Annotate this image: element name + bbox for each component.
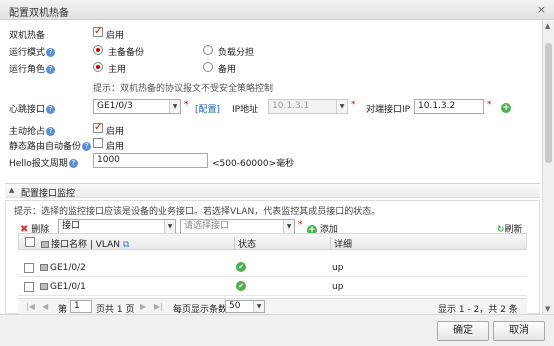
- monitor-hint: 提示：选择的监控接口应该是设备的业务接口。若选择VLAN，代表监控其成员接口的状…: [14, 207, 381, 217]
- page-suffix: 页共 1 页: [96, 305, 135, 314]
- ha-label: 双机热备: [9, 31, 46, 41]
- help-icon[interactable]: ?: [46, 65, 56, 74]
- monitor-section-title: 配置接口监控: [21, 189, 76, 199]
- run-role-option-master: 主用: [108, 65, 127, 75]
- table-row[interactable]: GE1/0/2 ✔ up: [18, 259, 527, 277]
- last-page-icon[interactable]: ▶|: [154, 302, 163, 311]
- cancel-button[interactable]: 取消: [493, 321, 545, 341]
- run-role-radio-master[interactable]: [93, 62, 103, 72]
- vertical-scrollbar[interactable]: ▲ ▼: [542, 21, 554, 314]
- dialog-content: 双机热备 启用 运行模式? 主备备份 负载分担 运行角色? 主用 备用 提示：双…: [0, 21, 542, 314]
- chevron-down-icon: ▼: [164, 220, 175, 233]
- help-icon[interactable]: ?: [82, 142, 92, 151]
- port-icon: [41, 241, 49, 248]
- ha-enable-checkbox[interactable]: [93, 26, 103, 37]
- required-mark: *: [184, 100, 189, 110]
- heartbeat-interface-select[interactable]: GE1/0/3 ▼: [93, 99, 181, 114]
- first-page-icon[interactable]: |◀: [26, 302, 35, 311]
- run-role-option-backup: 备用: [218, 65, 237, 75]
- chevron-down-icon: ▼: [336, 100, 347, 113]
- run-mode-radio-active-standby[interactable]: [93, 45, 103, 55]
- hello-range: <500-60000>毫秒: [212, 159, 295, 169]
- select-all-checkbox[interactable]: [25, 237, 35, 247]
- help-icon[interactable]: ?: [68, 159, 78, 168]
- ha-enable-label: 启用: [106, 31, 125, 41]
- required-mark: *: [487, 100, 492, 110]
- protocol-hint: 提示：双机热备的协议报文不受安全策略控制: [93, 84, 274, 94]
- row-interface-name: GE1/0/1: [40, 282, 86, 292]
- row-checkbox[interactable]: [24, 263, 34, 273]
- required-mark: *: [298, 220, 303, 230]
- ip-address-select[interactable]: 10.1.3.1 ▼: [268, 99, 348, 114]
- preempt-label: 主动抢占?: [9, 124, 56, 137]
- add-icon[interactable]: +: [501, 103, 511, 113]
- row-checkbox[interactable]: [24, 282, 34, 292]
- static-route-label: 静态路由自动备份?: [9, 139, 92, 152]
- run-role-radio-backup[interactable]: [203, 62, 213, 72]
- help-icon[interactable]: ?: [46, 127, 56, 136]
- grid-header: 接口名称 | VLAN ⧉ 状态 详细: [18, 233, 527, 250]
- hello-interval-input[interactable]: 1000: [93, 153, 208, 168]
- help-icon[interactable]: ?: [46, 48, 56, 57]
- scroll-up-icon[interactable]: ▲: [545, 22, 550, 30]
- ip-label: IP地址: [232, 105, 259, 115]
- page-prefix: 第: [58, 305, 68, 314]
- run-mode-label: 运行模式?: [9, 45, 56, 58]
- next-page-icon[interactable]: ▶: [140, 302, 146, 311]
- preempt-enable-label: 启用: [106, 127, 125, 137]
- monitor-panel: [5, 200, 540, 314]
- help-icon[interactable]: ?: [46, 105, 56, 114]
- per-page-label: 每页显示条数: [173, 305, 228, 314]
- dialog-footer: 确定 取消: [0, 314, 554, 346]
- ok-button[interactable]: 确定: [437, 321, 489, 341]
- chevron-down-icon: ▼: [283, 220, 294, 233]
- close-icon[interactable]: ×: [537, 3, 546, 16]
- chevron-down-icon: ▼: [169, 100, 180, 113]
- peer-ip-input[interactable]: 10.1.3.2: [414, 99, 484, 114]
- page-number-input[interactable]: 1: [70, 300, 92, 313]
- column-status[interactable]: 状态: [234, 237, 256, 250]
- dialog-title: 配置双机热备: [9, 8, 69, 19]
- chevron-down-icon: ▼: [253, 301, 264, 312]
- port-icon: [40, 264, 48, 271]
- collapse-icon[interactable]: ▲: [9, 186, 14, 194]
- column-interface[interactable]: 接口名称 | VLAN ⧉: [41, 237, 129, 250]
- heartbeat-label: 心跳接口?: [9, 102, 56, 115]
- monitor-interface-select[interactable]: 请选择接口 ▼: [180, 219, 295, 234]
- run-role-label: 运行角色?: [9, 62, 56, 75]
- pager: |◀ ◀ 第 1 页共 1 页 ▶ ▶| 每页显示条数 50 ▼ 显示 1 - 2…: [18, 298, 527, 314]
- row-detail: up: [332, 282, 344, 292]
- port-icon: [40, 283, 48, 290]
- run-mode-option-active-standby: 主备备份: [108, 48, 145, 58]
- status-ok-icon: ✔: [236, 262, 246, 272]
- scroll-down-icon[interactable]: ▼: [545, 305, 550, 313]
- status-ok-icon: ✔: [236, 281, 246, 291]
- dialog-titlebar: 配置双机热备 ×: [0, 0, 554, 20]
- pager-summary: 显示 1 - 2，共 2 条: [438, 305, 518, 314]
- peer-ip-label: 对端接口IP: [366, 105, 411, 115]
- network-icon: ⧉: [122, 240, 130, 250]
- prev-page-icon[interactable]: ◀: [42, 302, 48, 311]
- monitor-section-header[interactable]: ▲ 配置接口监控: [5, 183, 540, 199]
- preempt-checkbox[interactable]: [93, 122, 103, 133]
- column-detail[interactable]: 详细: [330, 237, 352, 250]
- row-interface-name: GE1/0/2: [40, 263, 86, 273]
- scrollbar-thumb[interactable]: [545, 43, 552, 163]
- table-row[interactable]: GE1/0/1 ✔ up: [18, 278, 527, 296]
- hello-label: Hello报文周期?: [9, 156, 78, 169]
- static-route-checkbox[interactable]: [93, 138, 103, 148]
- static-route-enable-label: 启用: [106, 142, 125, 152]
- run-mode-radio-load-balance[interactable]: [203, 45, 213, 55]
- monitor-type-select[interactable]: 接口 ▼: [58, 219, 176, 234]
- per-page-select[interactable]: 50 ▼: [225, 300, 265, 313]
- config-link[interactable]: [配置]: [195, 102, 220, 115]
- row-detail: up: [332, 263, 344, 273]
- required-mark: *: [351, 100, 356, 110]
- run-mode-option-load-balance: 负载分担: [218, 48, 255, 58]
